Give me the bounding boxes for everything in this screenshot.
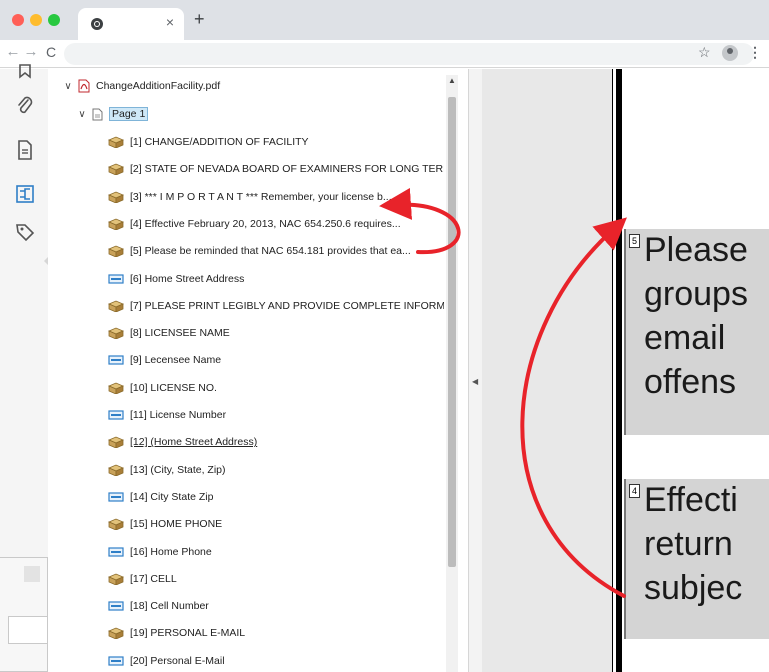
reorder-arrow-right (520, 217, 627, 598)
annotation-overlay (379, 187, 627, 598)
reorder-arrow-left (379, 187, 461, 255)
